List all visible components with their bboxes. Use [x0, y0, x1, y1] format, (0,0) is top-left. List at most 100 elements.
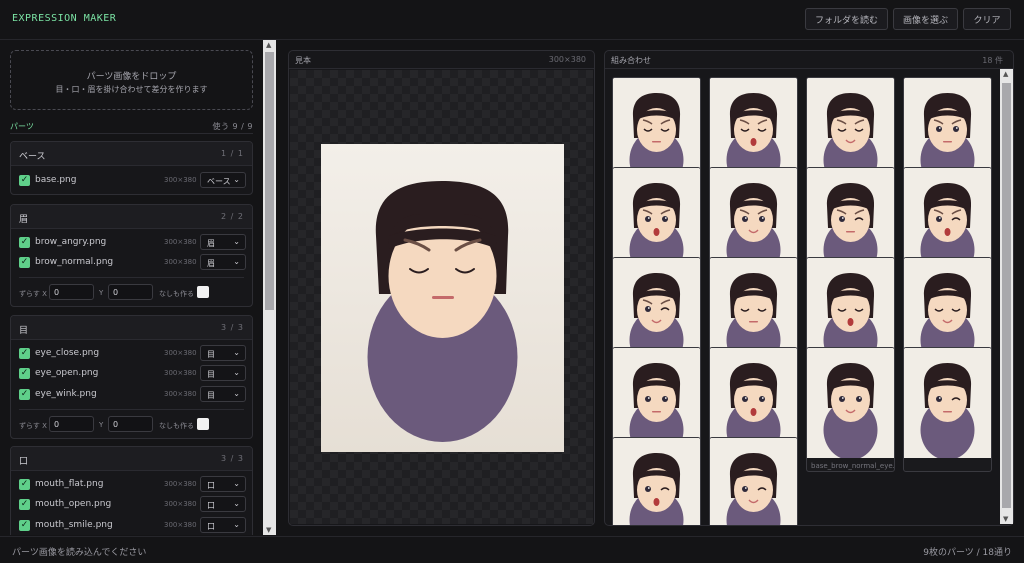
part-checkbox[interactable]: ✓ [19, 389, 30, 400]
offset-x-input[interactable]: 0 [49, 416, 94, 432]
category-select[interactable]: 眉 ⌄ [200, 254, 246, 270]
offset-x-label: ずらす X [19, 290, 47, 298]
thumbnail-frame [710, 438, 797, 525]
part-size: 300×380 [164, 480, 197, 488]
part-filename: brow_angry.png [35, 237, 107, 247]
category-select[interactable]: 目 ⌄ [200, 345, 246, 361]
part-row: ✓ eye_wink.png 300×380 目 ⌄ [11, 385, 252, 405]
part-checkbox[interactable]: ✓ [19, 257, 30, 268]
group-count: 3 / 3 [221, 323, 244, 332]
group-count: 2 / 2 [221, 212, 244, 221]
group-name: 目 [19, 326, 29, 336]
preview-size: 300×380 [548, 55, 586, 64]
thumbnail-frame [904, 348, 991, 458]
category-value: 目 [207, 350, 215, 359]
group-header[interactable]: 眉 2 / 2 [11, 205, 252, 229]
part-checkbox[interactable]: ✓ [19, 237, 30, 248]
parts-label: パーツ [10, 122, 34, 131]
offset-y-input[interactable]: 0 [108, 416, 153, 432]
dropzone[interactable]: パーツ画像をドロップ 目・口・眉を掛け合わせて差分を作ります [10, 50, 253, 110]
part-row: ✓ eye_open.png 300×380 目 ⌄ [11, 364, 252, 384]
category-select[interactable]: 口 ⌄ [200, 517, 246, 533]
category-value: 眉 [207, 259, 215, 268]
scroll-down-icon[interactable]: ▼ [266, 526, 271, 534]
divider [19, 277, 244, 278]
group-name: 眉 [19, 215, 29, 225]
chevron-down-icon: ⌄ [233, 175, 240, 184]
group-header[interactable]: 口 3 / 3 [11, 447, 252, 471]
combination-card[interactable]: base_brow_normal_eye... [806, 347, 895, 472]
scroll-down-icon[interactable]: ▼ [1003, 515, 1008, 523]
include-none-checkbox[interactable] [197, 418, 209, 430]
part-row: ✓ brow_angry.png 300×380 眉 ⌄ [11, 233, 252, 253]
part-row: ✓ brow_normal.png 300×380 眉 ⌄ [11, 253, 252, 273]
part-checkbox[interactable]: ✓ [19, 348, 30, 359]
summary-text: 9枚のパーツ / 18通り [923, 548, 1012, 558]
part-checkbox[interactable]: ✓ [19, 499, 30, 510]
combination-card[interactable] [612, 437, 701, 525]
part-checkbox[interactable]: ✓ [19, 368, 30, 379]
group-count: 3 / 3 [221, 454, 244, 463]
preview-canvas [290, 70, 593, 524]
category-select[interactable]: 目 ⌄ [200, 365, 246, 381]
offset-y-input[interactable]: 0 [108, 284, 153, 300]
combination-card[interactable] [709, 437, 798, 525]
select-images-button[interactable]: 画像を選ぶ [893, 8, 958, 30]
part-filename: eye_close.png [35, 348, 100, 358]
combinations-panel: 組み合わせ 18 件 base_brow_normal_eye...base_b… [604, 50, 1014, 526]
combination-filename: base_brow_normal_eye... [811, 462, 895, 470]
category-select[interactable]: 目 ⌄ [200, 386, 246, 402]
group-header[interactable]: ベース 1 / 1 [11, 142, 252, 166]
parts-scrollbar[interactable]: ▲ ▼ [263, 40, 276, 535]
include-none-checkbox[interactable] [197, 286, 209, 298]
combination-card[interactable] [903, 347, 992, 472]
thumbnail-frame [807, 348, 894, 458]
part-size: 300×380 [164, 521, 197, 529]
part-size: 300×380 [164, 258, 197, 266]
part-checkbox[interactable]: ✓ [19, 479, 30, 490]
part-row: ✓ eye_close.png 300×380 目 ⌄ [11, 344, 252, 364]
combination-thumbnail [710, 438, 797, 525]
category-select[interactable]: 口 ⌄ [200, 496, 246, 512]
scrollbar-thumb[interactable] [265, 52, 274, 310]
scroll-up-icon[interactable]: ▲ [266, 41, 271, 49]
part-checkbox[interactable]: ✓ [19, 175, 30, 186]
part-group-mouth: 口 3 / 3 ✓ mouth_flat.png 300×380 口 ⌄ ✓ mo… [10, 446, 253, 535]
combinations-scrollbar[interactable]: ▲ ▼ [1000, 69, 1013, 524]
category-value: 口 [207, 522, 215, 531]
part-size: 300×380 [164, 390, 197, 398]
scroll-up-icon[interactable]: ▲ [1003, 70, 1008, 78]
group-header[interactable]: 目 3 / 3 [11, 316, 252, 340]
load-folder-button[interactable]: フォルダを読む [805, 8, 888, 30]
chevron-down-icon: ⌄ [233, 348, 240, 357]
scrollbar-thumb[interactable] [1002, 83, 1011, 508]
chevron-down-icon: ⌄ [233, 389, 240, 398]
divider [19, 409, 244, 410]
status-text: パーツ画像を読み込んでください [12, 548, 147, 558]
offset-row: ずらす X 0 Y 0 なしも作る [11, 415, 252, 435]
preview-header: 見本 300×380 [289, 51, 594, 69]
status-bar: パーツ画像を読み込んでください 9枚のパーツ / 18通り [0, 536, 1024, 563]
part-filename: eye_wink.png [35, 389, 97, 399]
category-select[interactable]: 眉 ⌄ [200, 234, 246, 250]
parts-panel: パーツ画像をドロップ 目・口・眉を掛け合わせて差分を作ります パーツ 使う 9 … [0, 40, 262, 535]
divider [10, 133, 253, 134]
part-checkbox[interactable]: ✓ [19, 520, 30, 531]
clear-button[interactable]: クリア [963, 8, 1011, 30]
category-select[interactable]: 口 ⌄ [200, 476, 246, 492]
chevron-down-icon: ⌄ [233, 479, 240, 488]
part-group-eye: 目 3 / 3 ✓ eye_close.png 300×380 目 ⌄ ✓ eye… [10, 315, 253, 439]
part-row: ✓ mouth_open.png 300×380 口 ⌄ [11, 495, 252, 515]
category-value: 目 [207, 370, 215, 379]
category-select[interactable]: ベース ⌄ [200, 172, 246, 188]
offset-y-label: Y [99, 421, 104, 429]
include-none-label: なしも作る [159, 290, 194, 298]
preview-panel: 見本 300×380 [288, 50, 595, 526]
part-row: ✓ base.png 300×380 ベース ⌄ [11, 171, 252, 191]
app-title: EXPRESSION MAKER [12, 13, 117, 24]
parts-used-count: 使う 9 / 9 [212, 122, 253, 131]
part-filename: base.png [35, 175, 77, 185]
offset-x-input[interactable]: 0 [49, 284, 94, 300]
offset-row: ずらす X 0 Y 0 なしも作る [11, 283, 252, 303]
part-size: 300×380 [164, 238, 197, 246]
